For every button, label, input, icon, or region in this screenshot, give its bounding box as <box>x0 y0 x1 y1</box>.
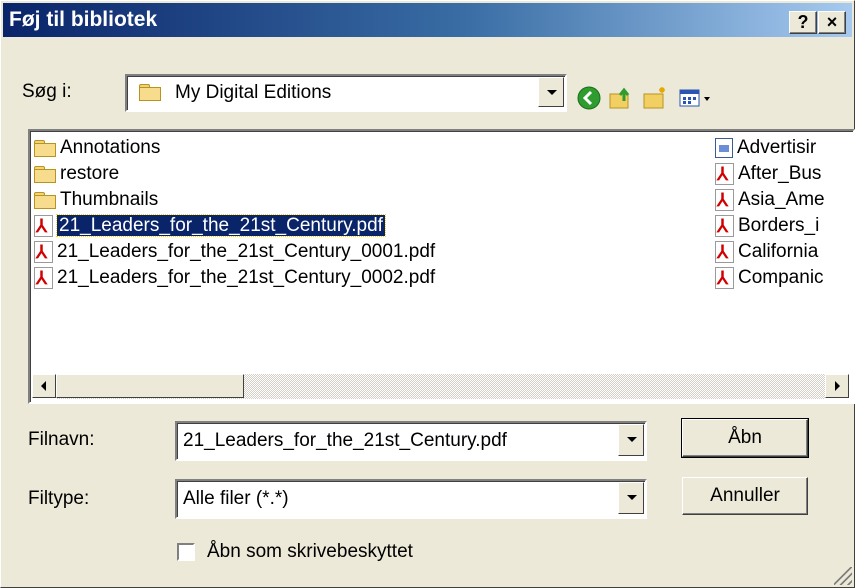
filename-dropdown-arrow[interactable] <box>618 424 644 456</box>
folder-icon <box>34 191 56 209</box>
filetype-label: Filtype: <box>28 488 90 509</box>
document-icon <box>715 137 733 158</box>
folder-icon <box>34 139 56 157</box>
look-in-dropdown-arrow[interactable] <box>538 77 564 107</box>
list-item[interactable]: 21_Leaders_for_the_21st_Century_0002.pdf <box>34 265 435 291</box>
list-item[interactable]: restore <box>34 161 119 187</box>
folder-icon <box>139 84 161 101</box>
list-item[interactable]: After_Bus <box>715 161 821 187</box>
look-in-combo[interactable]: My Digital Editions <box>125 74 567 112</box>
right-arrow-icon <box>835 381 840 391</box>
pdf-file-icon <box>34 265 53 291</box>
list-item[interactable]: Annotations <box>34 135 160 161</box>
list-item[interactable]: Thumbnails <box>34 187 158 213</box>
pdf-file-icon <box>715 161 734 187</box>
scroll-left-button[interactable] <box>32 374 56 398</box>
filename-combo[interactable]: 21_Leaders_for_the_21st_Century.pdf <box>175 421 647 461</box>
add-to-library-dialog: Føj til bibliotek ? × Søg i: My Digital … <box>0 0 855 588</box>
list-item[interactable]: California <box>715 239 818 265</box>
new-folder-icon[interactable] <box>641 84 669 112</box>
resize-grip-icon[interactable] <box>834 567 852 585</box>
pdf-file-icon <box>715 239 734 265</box>
title-bar[interactable]: Føj til bibliotek ? × <box>3 3 852 37</box>
close-button[interactable]: × <box>818 11 846 34</box>
scroll-right-button[interactable] <box>825 374 849 398</box>
pdf-file-icon <box>34 239 53 265</box>
look-in-label: Søg i: <box>22 81 72 102</box>
horizontal-scrollbar[interactable] <box>32 374 849 400</box>
readonly-checkbox[interactable] <box>177 543 195 561</box>
cancel-button[interactable]: Annuller <box>682 477 808 515</box>
filename-label: Filnavn: <box>28 429 95 450</box>
filename-value: 21_Leaders_for_the_21st_Century.pdf <box>183 430 507 451</box>
up-folder-icon[interactable] <box>607 84 635 112</box>
list-item[interactable]: Advertisir <box>715 135 816 161</box>
pdf-file-icon <box>715 265 734 291</box>
list-item[interactable]: 21_Leaders_for_the_21st_Century_0001.pdf <box>34 239 435 265</box>
filetype-dropdown-arrow[interactable] <box>618 482 644 514</box>
pdf-file-icon <box>34 213 53 239</box>
filetype-value: Alle filer (*.*) <box>183 488 289 509</box>
folder-icon <box>34 165 56 183</box>
back-arrow-icon[interactable] <box>575 84 603 112</box>
window-title: Føj til bibliotek <box>9 8 158 31</box>
left-arrow-icon <box>41 381 46 391</box>
open-button[interactable]: Åbn <box>681 418 809 458</box>
scrollbar-thumb[interactable] <box>56 374 244 398</box>
file-list[interactable]: Annotations restore Thumbnails 21_Leader… <box>28 129 855 404</box>
views-menu-icon[interactable] <box>677 84 717 112</box>
pdf-file-icon <box>715 213 734 239</box>
pdf-file-icon <box>715 187 734 213</box>
list-item[interactable]: Asia_Ame <box>715 187 825 213</box>
list-item[interactable]: Borders_i <box>715 213 819 239</box>
look-in-value: My Digital Editions <box>175 82 332 103</box>
help-button[interactable]: ? <box>789 11 817 34</box>
list-item[interactable]: Companic <box>715 265 824 291</box>
list-item-selected[interactable]: 21_Leaders_for_the_21st_Century.pdf <box>34 213 386 239</box>
readonly-label[interactable]: Åbn som skrivebeskyttet <box>207 541 413 563</box>
filetype-combo[interactable]: Alle filer (*.*) <box>175 479 647 519</box>
